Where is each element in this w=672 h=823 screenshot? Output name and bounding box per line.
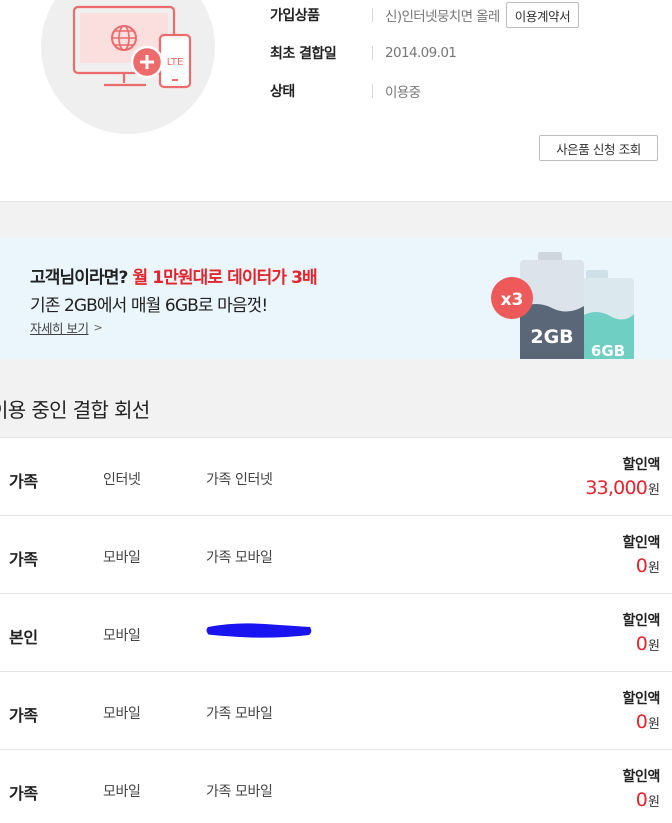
chevron-right-icon: >	[93, 321, 103, 334]
description-cell: 가족 모바일	[206, 784, 273, 800]
banner-headline-highlight: 월 1만원대로 데이터가 3배	[132, 268, 317, 288]
discount-label: 할인액	[622, 535, 661, 551]
currency-unit: 원	[648, 795, 660, 810]
description-cell: 가족 모바일	[206, 550, 273, 566]
table-row: 가족 모바일 가족 모바일 할인액 0 원	[0, 749, 672, 823]
discount-label: 할인액	[622, 769, 661, 785]
battery-small-label: 2GB	[530, 326, 573, 348]
product-value: 신)인터넷뭉치면 올레	[385, 9, 500, 25]
section-gap	[0, 201, 672, 238]
redacted-number-mark	[206, 623, 312, 638]
discount-amount: 0원	[636, 711, 660, 733]
status-row: 상태 이용중	[270, 79, 421, 103]
discount-amount: 33,000 원	[585, 477, 660, 499]
promo-banner[interactable]: 고객님이라면? 월 1만원대로 데이터가 3배 기존 2GB에서 매월 6GB로…	[0, 238, 672, 359]
service-cell: 모바일	[103, 706, 141, 722]
discount-value: 0	[635, 711, 648, 733]
relation-cell: 가족	[9, 550, 38, 569]
discount-label: 할인액	[622, 691, 661, 707]
divider	[372, 84, 373, 98]
banner-headline-prefix: 고객님이라면?	[30, 268, 128, 288]
discount-amount: 0원	[636, 555, 660, 577]
relation-cell: 가족	[9, 706, 38, 725]
discount-value: 0	[635, 555, 648, 577]
internet-lte-devices-icon: LTE	[72, 5, 192, 89]
divider	[372, 46, 373, 60]
service-cell: 인터넷	[103, 472, 141, 488]
first-join-label: 최초 결합일	[270, 46, 337, 62]
service-cell: 모바일	[103, 550, 141, 566]
discount-value: 0	[635, 633, 648, 655]
discount-amount: 0원	[636, 789, 660, 811]
table-row: 가족 모바일 가족 모바일 할인액 0 원	[0, 515, 672, 593]
relation-cell: 본인	[9, 628, 38, 647]
section-title: 이용 중인 결합 회선	[0, 398, 150, 422]
table-row: 본인 모바일 할인액 0 원	[0, 593, 672, 671]
discount-value: 33,000	[585, 477, 648, 499]
lte-badge: LTE	[167, 57, 184, 68]
table-row: 가족 모바일 가족 모바일 할인액 0 원	[0, 671, 672, 749]
discount-amount: 0원	[636, 633, 660, 655]
relation-cell: 가족	[9, 472, 38, 491]
data-battery-icon: 6GB 2GB x3	[491, 252, 634, 359]
multiplier-badge: x3	[501, 290, 524, 310]
description-cell: 가족 모바일	[206, 706, 273, 722]
discount-value: 0	[635, 789, 648, 811]
status-label: 상태	[270, 84, 295, 100]
description-cell: 가족 인터넷	[206, 472, 273, 488]
banner-detail-link[interactable]: 자세히 보기 >	[30, 318, 103, 337]
product-summary: LTE 가입상품 신)인터넷뭉치면 올레 이용계약서 최초 결합일 2014.0…	[0, 0, 672, 201]
divider	[372, 8, 373, 22]
discount-label: 할인액	[622, 457, 661, 473]
gift-inquiry-button[interactable]: 사은품 신청 조회	[539, 135, 658, 161]
banner-subline: 기존 2GB에서 매월 6GB로 마음껏!	[30, 296, 268, 316]
combined-lines-list: 가족 인터넷 가족 인터넷 할인액 33,000 원 가족 모바일 가족 모바일 할인액 0 원 본인 모…	[0, 437, 672, 823]
status-value: 이용중	[385, 85, 421, 101]
banner-headline: 고객님이라면? 월 1만원대로 데이터가 3배	[30, 263, 318, 288]
banner-detail-link-text[interactable]: 자세히 보기	[30, 318, 89, 337]
product-row: 가입상품 신)인터넷뭉치면 올레 이용계약서	[270, 2, 580, 28]
currency-unit: 원	[648, 483, 660, 498]
currency-unit: 원	[648, 639, 660, 654]
discount-label: 할인액	[622, 613, 661, 629]
currency-unit: 원	[648, 561, 660, 576]
product-label: 가입상품	[270, 8, 320, 24]
relation-cell: 가족	[9, 784, 38, 803]
service-cell: 모바일	[103, 784, 141, 800]
first-join-value: 2014.09.01	[385, 45, 457, 61]
first-join-row: 최초 결합일 2014.09.01	[270, 41, 457, 65]
battery-large-label: 6GB	[591, 342, 625, 359]
service-cell: 모바일	[103, 628, 141, 644]
contract-button[interactable]: 이용계약서	[505, 2, 580, 28]
table-row: 가족 인터넷 가족 인터넷 할인액 33,000 원	[0, 437, 672, 515]
currency-unit: 원	[648, 717, 660, 732]
